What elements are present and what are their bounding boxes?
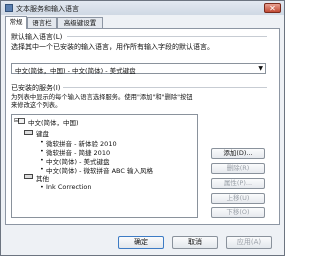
apply-button[interactable]: 应用(A) [226, 236, 272, 249]
keyboard-icon [24, 130, 33, 135]
move-down-button[interactable]: 下移(O) [211, 207, 265, 218]
bullet-icon: • [40, 165, 44, 173]
close-button[interactable]: ✕ [264, 3, 281, 13]
section-divider [63, 87, 267, 88]
cancel-button[interactable]: 取消 [172, 236, 218, 249]
dropdown-value: 中文(简体，中国) - 中文(简体) - 美式键盘 [15, 67, 136, 75]
collapse-icon[interactable]: ⊟ [14, 117, 19, 124]
bullet-icon: • [40, 183, 44, 191]
add-button[interactable]: 添加(D)... [211, 148, 265, 159]
tab-language-bar[interactable]: 语言栏 [27, 17, 57, 28]
dialog-window: 文本服务和输入语言 ✕ 常规 语言栏 高级键设置 默认输入语言(L) 选择其中一… [0, 0, 285, 256]
tree-keyboard-group[interactable]: 键盘 [36, 128, 49, 138]
tree-service-item[interactable]: 中文(简体) - 微软拼音 ABC 输入风格 [46, 165, 153, 175]
chevron-down-icon: ▼ [258, 65, 263, 72]
services-tree[interactable]: 中文(简体，中国) ⊟ 键盘 • 微软拼音 - 新体验 2010 • 微软拼音 … [11, 114, 198, 218]
language-icon [18, 118, 25, 124]
default-language-description: 选择其中一个已安装的输入语言，用作所有输入字段的默认语言。 [11, 43, 214, 51]
bullet-icon: • [40, 156, 44, 164]
remove-button[interactable]: 删除(R) [211, 163, 265, 174]
tree-service-item[interactable]: Ink Correction [46, 183, 92, 191]
bullet-icon: • [40, 138, 44, 146]
installed-services-description-2: 来修改这个列表。 [11, 102, 62, 109]
properties-button[interactable]: 属性(P)... [211, 178, 265, 189]
section-divider [67, 36, 267, 37]
app-icon [5, 4, 13, 12]
title-bar[interactable]: 文本服务和输入语言 ✕ [1, 1, 284, 15]
other-services-icon [24, 174, 33, 179]
tree-language-node[interactable]: 中文(简体，中国) [28, 117, 79, 127]
move-up-button[interactable]: 上移(U) [211, 193, 265, 204]
ok-button[interactable]: 确定 [118, 236, 164, 249]
default-language-dropdown[interactable]: 中文(简体，中国) - 中文(简体) - 美式键盘 ▼ [11, 63, 266, 75]
default-language-label: 默认输入语言(L) [11, 33, 63, 41]
tab-general[interactable]: 常规 [5, 16, 27, 29]
window-title: 文本服务和输入语言 [16, 5, 79, 13]
bullet-icon: • [40, 147, 44, 155]
tab-advanced-key-settings[interactable]: 高级键设置 [57, 17, 103, 28]
tree-other-group[interactable]: 其他 [36, 173, 49, 183]
